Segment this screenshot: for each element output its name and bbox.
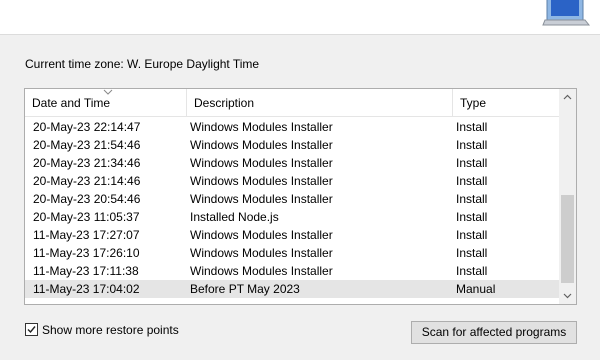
row-description: Windows Modules Installer (190, 264, 333, 278)
table-row[interactable]: 11-May-23 17:11:38 Windows Modules Insta… (25, 262, 559, 280)
row-description: Before PT May 2023 (190, 282, 300, 296)
row-type: Install (456, 138, 488, 152)
row-description: Windows Modules Installer (190, 120, 333, 134)
row-description: Windows Modules Installer (190, 192, 333, 206)
row-type: Manual (456, 282, 496, 296)
row-date: 20-May-23 20:54:46 (33, 192, 141, 206)
row-description: Windows Modules Installer (190, 246, 333, 260)
row-type: Install (456, 120, 488, 134)
row-type: Install (456, 192, 488, 206)
table-row[interactable]: 11-May-23 17:26:10 Windows Modules Insta… (25, 244, 559, 262)
row-type: Install (456, 264, 488, 278)
row-date: 20-May-23 21:34:46 (33, 156, 141, 170)
row-type: Install (456, 228, 488, 242)
row-description: Windows Modules Installer (190, 228, 333, 242)
row-description: Windows Modules Installer (190, 174, 333, 188)
column-header-type[interactable]: Type (452, 89, 559, 116)
row-description: Installed Node.js (190, 210, 279, 224)
scrollbar-thumb[interactable] (561, 195, 574, 283)
row-date: 20-May-23 21:14:46 (33, 174, 141, 188)
row-date: 20-May-23 21:54:46 (33, 138, 141, 152)
scroll-up-button[interactable] (559, 89, 576, 106)
scroll-down-button[interactable] (559, 287, 576, 304)
table-row[interactable]: 20-May-23 11:05:37 Installed Node.js Ins… (25, 208, 559, 226)
header-band (0, 0, 600, 35)
table-row[interactable]: 20-May-23 22:14:47 Windows Modules Insta… (25, 118, 559, 136)
current-timezone-label: Current time zone: W. Europe Daylight Ti… (25, 57, 260, 71)
row-date: 20-May-23 11:05:37 (33, 210, 140, 224)
vertical-scrollbar[interactable] (559, 89, 576, 304)
monitor-icon (542, 0, 591, 26)
row-type: Install (456, 156, 488, 170)
scan-affected-programs-button[interactable]: Scan for affected programs (411, 321, 577, 344)
list-header: Date and Time Description Type (25, 89, 559, 117)
show-more-label: Show more restore points (42, 323, 179, 337)
table-row-selected[interactable]: 11-May-23 17:04:02 Before PT May 2023 Ma… (25, 280, 559, 298)
row-date: 11-May-23 17:11:38 (33, 264, 139, 278)
row-description: Windows Modules Installer (190, 138, 333, 152)
table-row[interactable]: 20-May-23 21:14:46 Windows Modules Insta… (25, 172, 559, 190)
table-row[interactable]: 11-May-23 17:27:07 Windows Modules Insta… (25, 226, 559, 244)
row-description: Windows Modules Installer (190, 156, 333, 170)
row-type: Install (456, 174, 488, 188)
show-more-checkbox[interactable] (25, 323, 38, 336)
table-row[interactable]: 20-May-23 21:34:46 Windows Modules Insta… (25, 154, 559, 172)
column-header-description[interactable]: Description (186, 89, 452, 116)
row-type: Install (456, 210, 488, 224)
row-type: Install (456, 246, 488, 260)
row-date: 11-May-23 17:26:10 (33, 246, 140, 260)
checkmark-icon (27, 326, 36, 334)
table-row[interactable]: 20-May-23 20:54:46 Windows Modules Insta… (25, 190, 559, 208)
restore-points-list[interactable]: Date and Time Description Type 20-May-23… (24, 88, 577, 305)
row-date: 11-May-23 17:04:02 (33, 282, 140, 296)
chevron-down-icon (563, 293, 572, 299)
chevron-up-icon (563, 94, 572, 100)
row-date: 20-May-23 22:14:47 (33, 120, 141, 134)
chevron-down-icon (103, 89, 113, 95)
table-row[interactable]: 20-May-23 21:54:46 Windows Modules Insta… (25, 136, 559, 154)
row-date: 11-May-23 17:27:07 (33, 228, 140, 242)
list-rows: 20-May-23 22:14:47 Windows Modules Insta… (25, 118, 559, 298)
